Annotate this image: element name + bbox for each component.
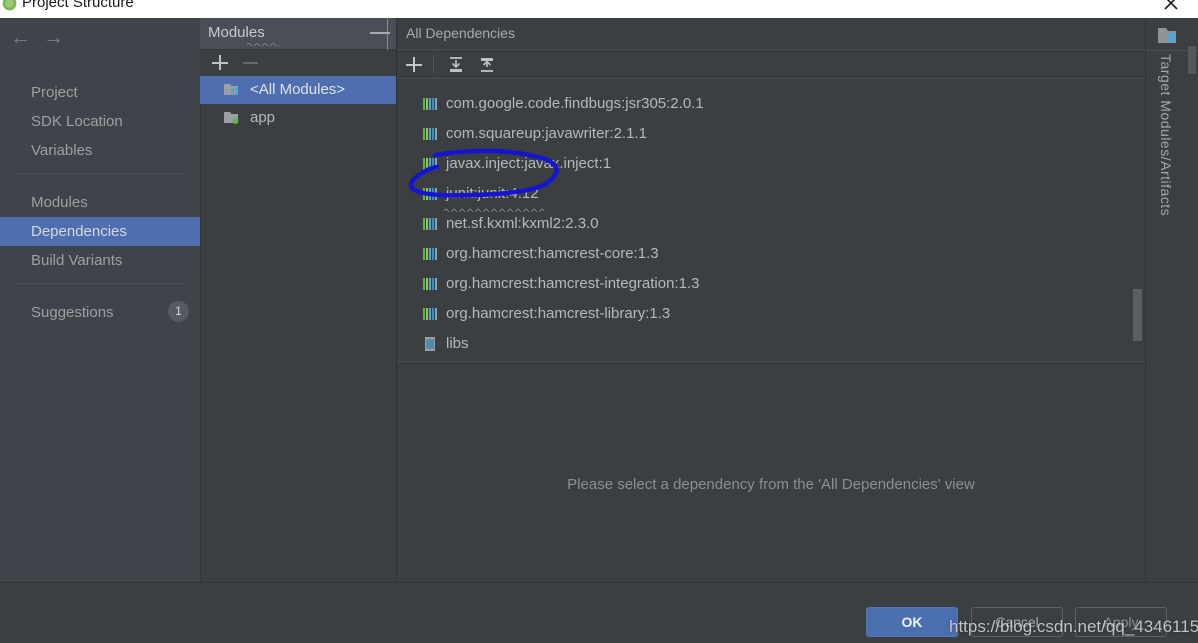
module-row-all-modules[interactable]: <All Modules> (200, 76, 396, 104)
dependency-detail-empty-state: Please select a dependency from the 'All… (397, 362, 1145, 582)
sidebar-nav: ← → (0, 26, 200, 54)
dependency-row[interactable]: com.google.code.findbugs:jsr305:2.0.1 (397, 89, 1145, 119)
sidebar-divider (15, 173, 185, 174)
dependency-row-junit[interactable]: junit:junit:4.12 (397, 179, 1145, 209)
spellcheck-squiggle (247, 43, 280, 46)
dependencies-panel: All Dependencies com.google.code.findbug… (397, 18, 1145, 582)
close-icon[interactable] (1158, 0, 1184, 16)
dependencies-scrollbar[interactable] (1133, 79, 1142, 361)
dependency-label: com.google.code.findbugs:jsr305:2.0.1 (446, 95, 704, 112)
library-icon (423, 308, 437, 320)
collapse-panel-icon[interactable] (369, 22, 391, 44)
arrow-left-icon[interactable]: ← (10, 27, 31, 48)
sidebar-item-sdk-location[interactable]: SDK Location (0, 107, 200, 136)
plus-icon[interactable] (404, 54, 424, 74)
target-modules-rail[interactable]: Target Modules/Artifacts (1145, 18, 1198, 582)
collapse-all-icon[interactable] (476, 54, 498, 76)
dependency-row[interactable]: net.sf.kxml:kxml2:2.3.0 (397, 209, 1145, 239)
modules-panel-title: Modules (208, 24, 265, 41)
jar-folder-icon (425, 337, 435, 351)
arrow-right-icon[interactable]: → (43, 27, 64, 48)
library-icon (423, 218, 437, 230)
dependencies-panel-header: All Dependencies (397, 18, 1145, 50)
dependency-label: libs (446, 335, 469, 352)
sidebar-item-build-variants[interactable]: Build Variants (0, 246, 200, 275)
library-icon (423, 98, 437, 110)
project-structure-dialog: ← → Project SDK Location Variables Modul… (0, 18, 1198, 643)
dependency-label: net.sf.kxml:kxml2:2.3.0 (446, 215, 599, 232)
scrollbar-thumb[interactable] (1133, 289, 1142, 341)
window-title-bar: Project Structure (0, 0, 1198, 18)
minus-icon[interactable] (241, 52, 261, 72)
dependency-row[interactable]: javax.inject:javax.inject:1 (397, 149, 1145, 179)
expand-all-icon[interactable] (445, 54, 467, 76)
modules-panel: Modules <All Modules> app (200, 18, 397, 582)
empty-state-message: Please select a dependency from the 'All… (567, 476, 975, 493)
dependency-row[interactable]: org.hamcrest:hamcrest-library:1.3 (397, 299, 1145, 329)
ok-button[interactable]: OK (866, 607, 958, 637)
sidebar-item-modules[interactable]: Modules (0, 188, 200, 217)
apply-button[interactable]: Apply (1075, 607, 1167, 637)
plus-icon[interactable] (210, 52, 230, 72)
dialog-footer: OK Cancel Apply (0, 582, 1198, 643)
module-row-app[interactable]: app (200, 104, 396, 132)
dependency-row[interactable]: org.hamcrest:hamcrest-integration:1.3 (397, 269, 1145, 299)
sidebar-item-project[interactable]: Project (0, 78, 200, 107)
dependency-label: org.hamcrest:hamcrest-core:1.3 (446, 245, 659, 262)
dependency-label: junit:junit:4.12 (446, 185, 539, 202)
dependencies-panel-title: All Dependencies (406, 25, 515, 41)
library-icon (423, 278, 437, 290)
dependency-label: javax.inject:javax.inject:1 (446, 155, 612, 172)
window-title: Project Structure (22, 0, 134, 11)
module-folder-icon (224, 112, 239, 124)
modules-toolbar (200, 50, 396, 76)
sidebar: ← → Project SDK Location Variables Modul… (0, 18, 201, 582)
all-modules-folder-icon (224, 84, 238, 95)
toolbar-separator (433, 55, 434, 73)
target-modules-icon (1158, 28, 1176, 43)
dependency-row-libs[interactable]: libs (397, 329, 1145, 359)
cancel-button[interactable]: Cancel (971, 607, 1063, 637)
modules-panel-header: Modules (200, 18, 396, 50)
target-modules-label: Target Modules/Artifacts (1158, 54, 1174, 217)
dependency-label: org.hamcrest:hamcrest-integration:1.3 (446, 275, 700, 292)
dependencies-toolbar (397, 50, 1145, 79)
dependency-row[interactable]: com.squareup:javawriter:2.1.1 (397, 119, 1145, 149)
library-icon (423, 248, 437, 260)
sidebar-divider (15, 283, 185, 284)
module-label: app (250, 109, 276, 126)
sidebar-item-variables[interactable]: Variables (0, 136, 200, 165)
android-logo-icon (2, 0, 17, 11)
dependency-label: org.hamcrest:hamcrest-library:1.3 (446, 305, 671, 322)
dependencies-list[interactable]: com.google.code.findbugs:jsr305:2.0.1 co… (397, 79, 1145, 362)
module-label: <All Modules> (250, 81, 346, 98)
library-icon (423, 188, 437, 200)
library-icon (423, 158, 437, 170)
dependency-row[interactable]: org.hamcrest:hamcrest-core:1.3 (397, 239, 1145, 269)
dependency-label: com.squareup:javawriter:2.1.1 (446, 125, 647, 142)
suggestions-count-badge: 1 (168, 301, 189, 322)
rail-scrollbar-thumb[interactable] (1188, 46, 1196, 74)
library-icon (423, 128, 437, 140)
sidebar-item-dependencies[interactable]: Dependencies (0, 217, 200, 246)
